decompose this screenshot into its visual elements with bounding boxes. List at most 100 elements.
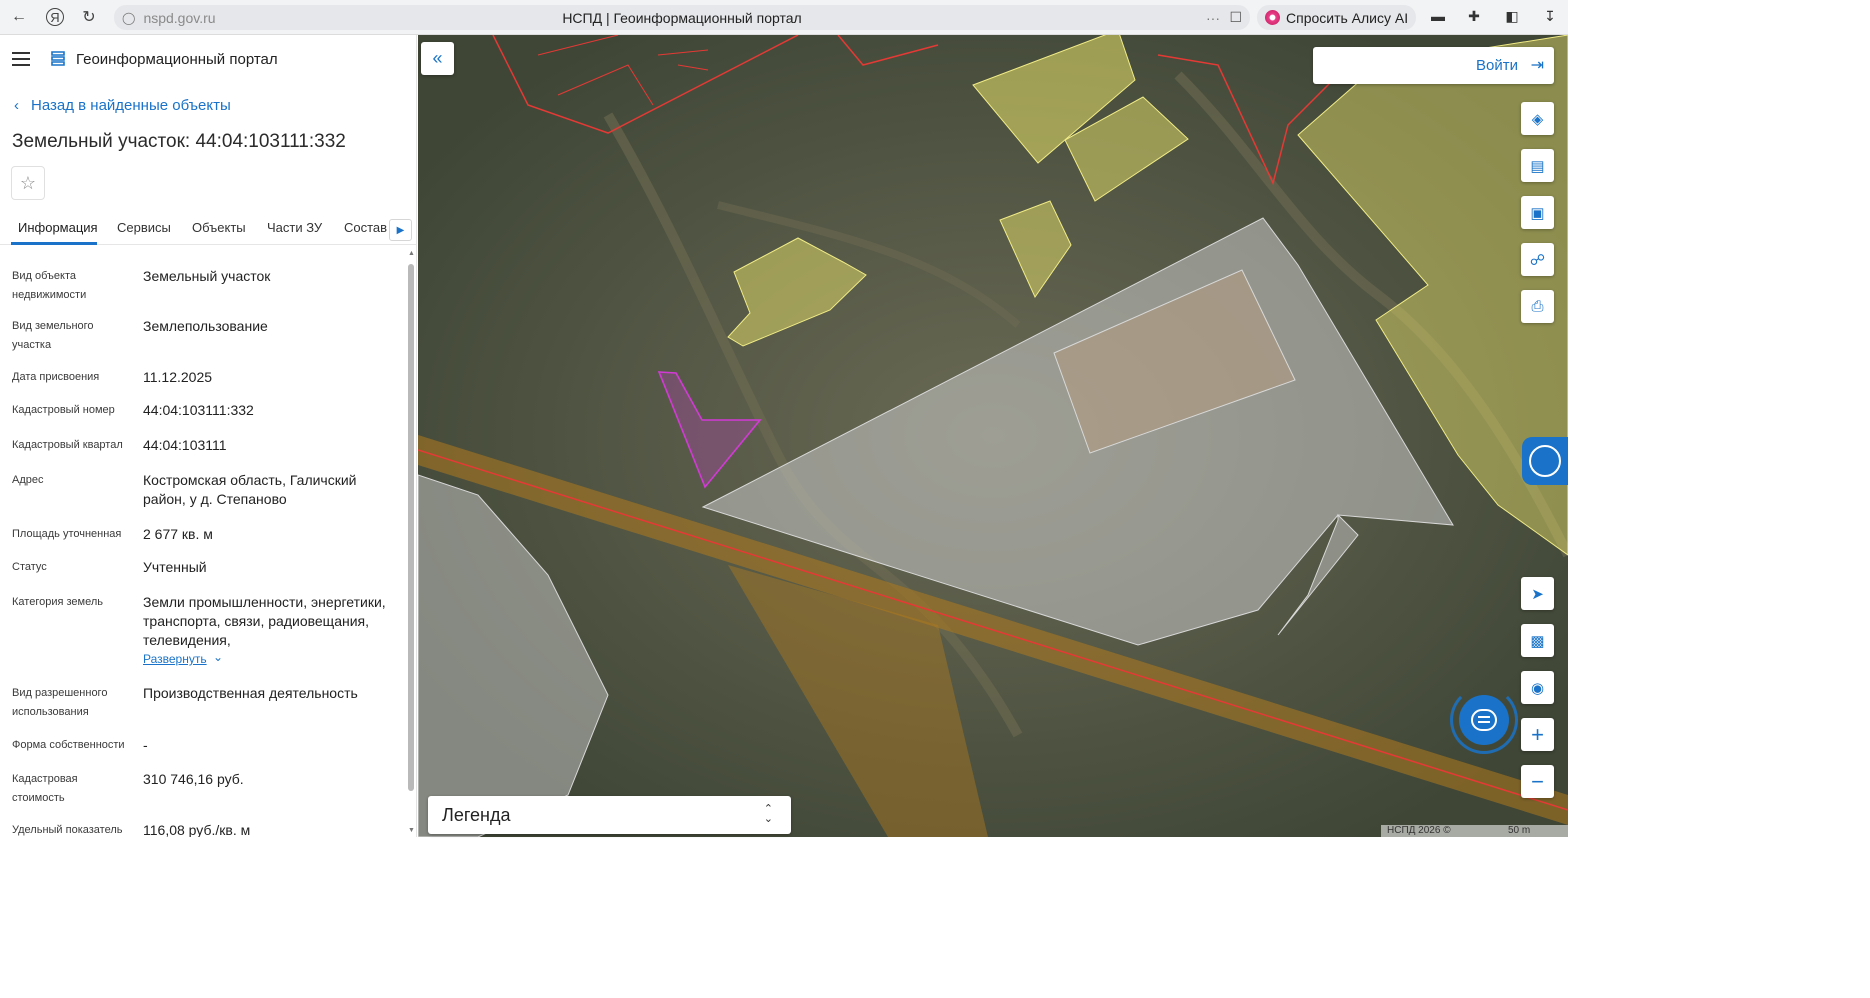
field-label: Кадастровый квартал [12, 439, 123, 451]
print-button[interactable]: ⎙ [1521, 290, 1554, 323]
downloads-icon[interactable]: ↧ [1540, 8, 1560, 26]
field-label: Адрес [12, 474, 44, 486]
field-value: Производственная деятельность [143, 685, 358, 701]
field-label: Дата присвоения [12, 371, 100, 383]
picture-in-picture-button[interactable]: ▩ [1521, 624, 1554, 657]
tab-parts[interactable]: Части ЗУ [267, 220, 322, 235]
tab-info[interactable]: Информация [18, 220, 98, 235]
feedback-icon [1529, 445, 1561, 477]
login-icon: ⇥ [1530, 57, 1544, 74]
picture-in-picture-icon: ▩ [1530, 632, 1545, 650]
legend-dropdown[interactable]: Легенда ⌃ ⌄ [428, 796, 791, 834]
ruler-button[interactable]: ▤ [1521, 149, 1554, 182]
page-title-text: НСПД | Геоинформационный портал [562, 9, 802, 26]
field-label: Площадь уточненная [12, 528, 122, 540]
expand-link[interactable]: Развернуть [143, 652, 207, 666]
tabs-bar: Информация Сервисы Объекты Части ЗУ Сост… [0, 211, 416, 245]
collections-icon[interactable]: ◧ [1502, 8, 1522, 26]
collapse-panel-button[interactable]: « [421, 42, 454, 75]
tools-icon[interactable]: ✚ [1464, 8, 1484, 26]
tab-composition[interactable]: Состав [344, 220, 387, 235]
legend-label: Легенда [442, 805, 511, 825]
zoom-in-icon: + [1531, 721, 1544, 747]
field-value: 116,08 руб./кв. м [143, 822, 251, 837]
scale-label: 50 m [1508, 825, 1531, 836]
field-value: Учтенный [143, 559, 207, 575]
field-value: 11.12.2025 [143, 369, 213, 385]
map-canvas[interactable] [418, 35, 1568, 837]
address-bar[interactable]: ◯ nspd.gov.ru НСПД | Геоинформационный п… [114, 5, 1250, 30]
chevron-updown-icon: ⌃ ⌄ [763, 803, 773, 825]
chat-button[interactable] [1450, 686, 1518, 754]
field-label: Удельный показатель [12, 824, 123, 836]
yandex-icon[interactable]: Я [46, 8, 64, 26]
layers-icon: ◈ [1531, 110, 1544, 128]
print-icon: ⎙ [1531, 298, 1544, 315]
field-value: 310 746,16 руб. [143, 771, 244, 787]
field-value: 2 677 кв. м [143, 526, 213, 542]
back-arrow-icon[interactable]: ← [4, 2, 34, 32]
field-label: Статус [12, 561, 47, 573]
chat-core [1459, 695, 1509, 745]
field-label: Кадастровая стоимость [12, 773, 78, 804]
field-value: Земли промышленности, энергетики, трансп… [143, 594, 386, 648]
chevron-left-icon: ‹ [14, 97, 19, 114]
navigate-button[interactable]: ➤ [1521, 577, 1554, 610]
star-icon: ☆ [19, 172, 37, 193]
scroll-down-icon[interactable]: ▼ [408, 827, 415, 834]
field-label: Вид разрешенного использования [12, 687, 108, 718]
location-search-button[interactable]: ◉ [1521, 671, 1554, 704]
feedback-button[interactable] [1522, 437, 1568, 485]
tabs-next-button[interactable]: ▶ [389, 219, 412, 241]
object-info-panel: Геоинформационный портал ‹ Назад в найде… [0, 35, 417, 837]
field-value: Земельный участок [143, 268, 271, 284]
portal-logo-icon [51, 51, 65, 66]
alice-icon [1265, 10, 1280, 25]
share-icon: ☍ [1529, 251, 1546, 269]
field-label: Форма собственности [12, 739, 125, 751]
back-to-results-link[interactable]: ‹ Назад в найденные объекты [14, 97, 231, 114]
field-value: Землепользование [143, 318, 268, 334]
share-button[interactable]: ☍ [1521, 243, 1554, 276]
field-value: Костромская область, Галичский район, у … [143, 472, 357, 507]
map-layers [418, 35, 1568, 837]
bookmark-icon[interactable]: ☐ [1229, 9, 1242, 26]
scroll-up-icon[interactable]: ▲ [408, 250, 415, 257]
chevron-right-icon: ▶ [396, 224, 405, 236]
alice-button[interactable]: Спросить Алису AI [1257, 5, 1417, 30]
chat-icon [1471, 709, 1497, 731]
tab-services[interactable]: Сервисы [117, 220, 171, 235]
double-chevron-left-icon: « [432, 48, 443, 68]
field-value: 44:04:103111 [143, 437, 227, 453]
copyright-text: НСПД 2026 © [1387, 825, 1451, 836]
ruler-icon: ▤ [1530, 157, 1545, 175]
more-icon[interactable]: ··· [1206, 10, 1220, 26]
active-tab-indicator [11, 242, 97, 245]
field-value: 44:04:103111:332 [143, 402, 254, 418]
field-label: Вид земельного участка [12, 320, 94, 351]
url-text: nspd.gov.ru [143, 9, 216, 26]
field-label: Кадастровый номер [12, 404, 115, 416]
security-icon: ◯ [122, 10, 136, 25]
area-select-icon: ▣ [1530, 204, 1545, 222]
layers-button[interactable]: ◈ [1521, 102, 1554, 135]
zoom-in-button[interactable]: + [1521, 718, 1554, 751]
login-button[interactable]: Войти ⇥ [1313, 47, 1554, 84]
zoom-out-icon: − [1531, 768, 1544, 794]
field-label: Категория земель [12, 596, 103, 608]
chevron-down-icon[interactable]: ⌄ [213, 650, 223, 664]
login-label: Войти [1476, 57, 1518, 74]
area-select-button[interactable]: ▣ [1521, 196, 1554, 229]
zoom-out-button[interactable]: − [1521, 765, 1554, 798]
extension-icon[interactable]: ▬ [1428, 8, 1448, 26]
location-search-icon: ◉ [1530, 679, 1545, 697]
favorite-button[interactable]: ☆ [11, 166, 45, 200]
map-attribution: НСПД 2026 © 50 m [1381, 825, 1568, 837]
reload-icon[interactable]: ↻ [74, 2, 104, 32]
scrollbar[interactable]: ▲ ▼ [406, 250, 416, 837]
object-title: Земельный участок: 44:04:103111:332 [12, 131, 346, 152]
scroll-thumb[interactable] [408, 264, 414, 791]
alice-label: Спросить Алису AI [1286, 9, 1409, 26]
tab-objects[interactable]: Объекты [192, 220, 246, 235]
menu-icon[interactable] [12, 52, 30, 66]
